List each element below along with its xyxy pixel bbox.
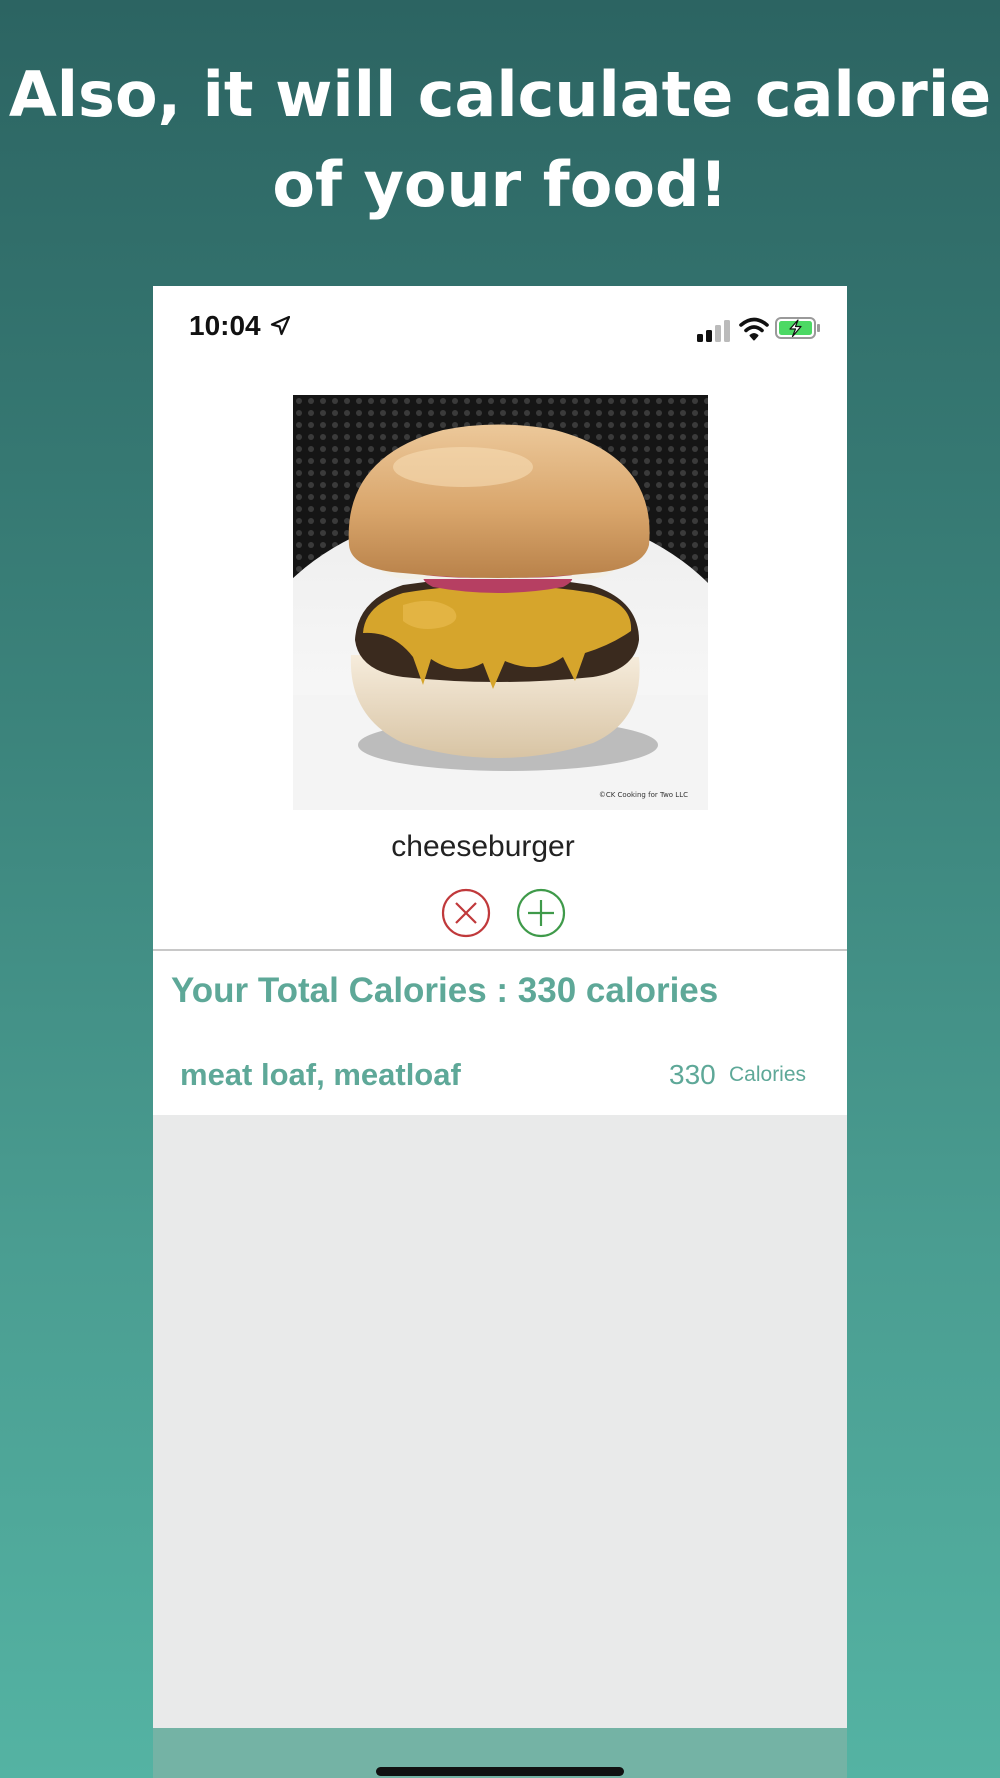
reject-button[interactable]: [441, 888, 491, 938]
recognition-area: 10:04 ©CK Cooking for Two LLC cheeseburg…: [153, 286, 847, 950]
recognized-food-label: cheeseburger: [391, 830, 575, 863]
promo-headline: Also, it will calculate calorie of your …: [8, 58, 992, 221]
food-entry-name: meat loaf, meatloaf: [180, 1057, 461, 1092]
cheeseburger-photo: ©CK Cooking for Two LLC: [293, 395, 708, 810]
battery-charging-icon: [775, 317, 820, 339]
cellular-signal-icon: [697, 320, 730, 342]
calories-panel: Your Total Calories : 330 calories meat …: [153, 951, 847, 1115]
total-calories-label: Your Total Calories : 330 calories: [171, 971, 719, 1010]
status-time: 10:04: [189, 310, 261, 341]
phone-screen: 10:04 ©CK Cooking for Two LLC cheeseburg…: [153, 286, 847, 1778]
food-entry-unit: Calories: [729, 1063, 807, 1086]
location-arrow-icon: [270, 316, 290, 336]
svg-text:©CK Cooking for Two LLC: ©CK Cooking for Two LLC: [599, 791, 688, 799]
add-food-button[interactable]: [516, 888, 566, 938]
food-entry-calories: 330: [669, 1059, 716, 1090]
food-entry-row[interactable]: meat loaf, meatloaf 330 Calories: [153, 1051, 847, 1107]
home-indicator[interactable]: [376, 1767, 624, 1776]
wifi-icon: [739, 317, 769, 341]
